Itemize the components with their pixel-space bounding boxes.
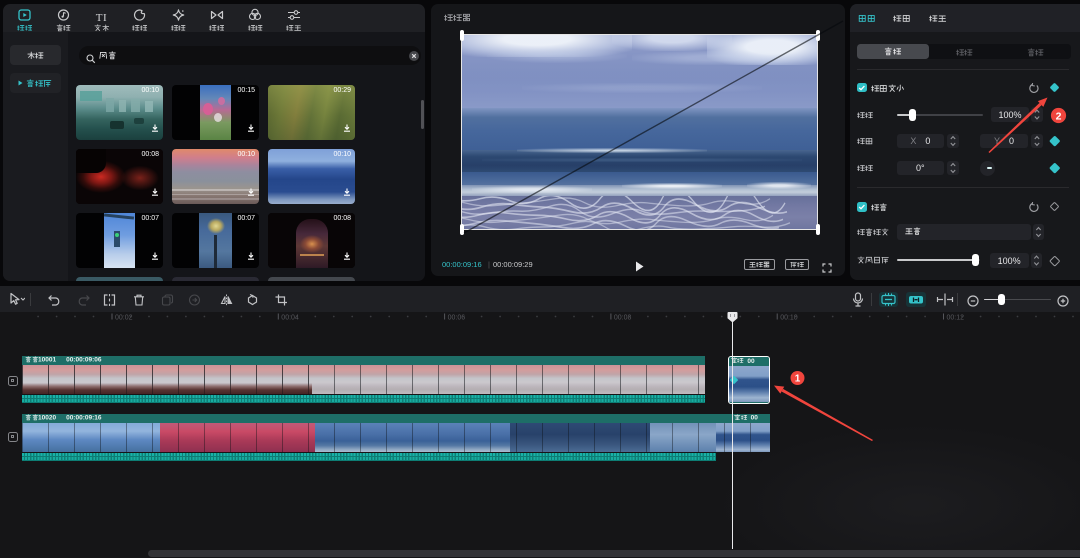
svg-text:1: 1 — [795, 374, 801, 385]
svg-text:2: 2 — [1056, 110, 1062, 122]
